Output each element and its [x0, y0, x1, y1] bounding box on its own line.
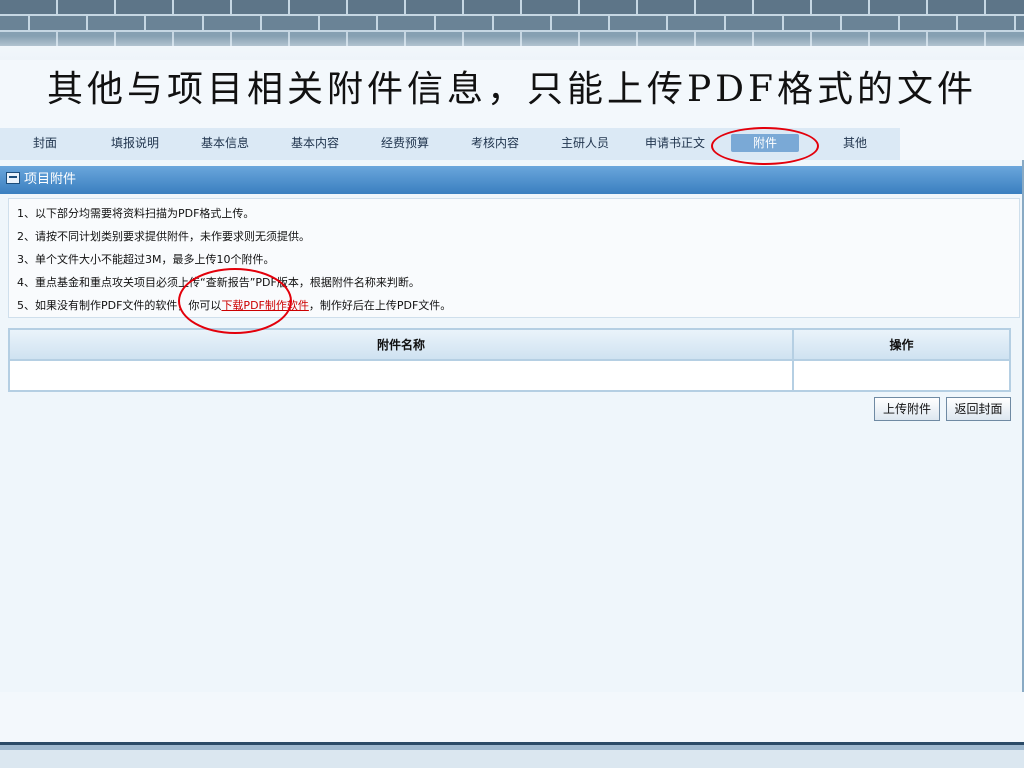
nav-tab-bar: 封面 填报说明 基本信息 基本内容 经费预算 考核内容 主研人员 申请书正文 附…	[0, 128, 900, 161]
table-cell	[792, 359, 1011, 392]
table-header-row: 附件名称 操作	[8, 328, 1011, 361]
bottom-decorative-band	[0, 742, 1024, 768]
note-5-prefix: 5、如果没有制作PDF文件的软件，你可以	[17, 299, 222, 312]
table-cell	[8, 359, 794, 392]
tab-budget[interactable]: 经费预算	[360, 128, 450, 160]
column-header-action: 操作	[792, 328, 1011, 361]
tab-researchers[interactable]: 主研人员	[540, 128, 630, 160]
note-4: 4、重点基金和重点攻关项目必须上传“查新报告”PDF版本，根据附件名称来判断。	[17, 276, 420, 289]
tab-basic-content[interactable]: 基本内容	[270, 128, 360, 160]
instructions-box: 1、以下部分均需要将资料扫描为PDF格式上传。 2、请按不同计划类别要求提供附件…	[8, 198, 1020, 318]
tab-assessment[interactable]: 考核内容	[450, 128, 540, 160]
panel-header: 项目附件	[0, 166, 1022, 194]
attachments-table: 附件名称 操作	[8, 328, 1011, 392]
tab-basic-info[interactable]: 基本信息	[180, 128, 270, 160]
form-icon	[6, 172, 20, 184]
attachments-panel: 项目附件 1、以下部分均需要将资料扫描为PDF格式上传。 2、请按不同计划类别要…	[0, 160, 1024, 692]
table-row-empty	[8, 359, 1011, 392]
download-pdf-software-link[interactable]: 下载PDF制作软件	[221, 299, 308, 312]
tab-application-text[interactable]: 申请书正文	[630, 128, 720, 160]
tab-cover[interactable]: 封面	[0, 128, 90, 160]
nav-empty-area	[900, 128, 1024, 160]
note-5: 5、如果没有制作PDF文件的软件，你可以下载PDF制作软件，制作好后在上传PDF…	[17, 297, 451, 313]
header-fade	[0, 36, 1024, 60]
tab-instructions[interactable]: 填报说明	[90, 128, 180, 160]
column-header-attachment-name: 附件名称	[8, 328, 794, 361]
panel-header-title: 项目附件	[24, 172, 77, 187]
upload-attachment-button[interactable]: 上传附件	[874, 397, 940, 421]
note-5-suffix: ，制作好后在上传PDF文件。	[308, 299, 452, 312]
back-to-cover-button[interactable]: 返回封面	[946, 397, 1011, 421]
slide-title: 其他与项目相关附件信息，只能上传PDF格式的文件	[46, 69, 978, 110]
note-2: 2、请按不同计划类别要求提供附件，未作要求则无须提供。	[17, 230, 310, 243]
note-3: 3、单个文件大小不能超过3M，最多上传10个附件。	[17, 253, 275, 266]
note-1: 1、以下部分均需要将资料扫描为PDF格式上传。	[17, 207, 255, 220]
tab-other[interactable]: 其他	[810, 128, 900, 160]
tab-attachments[interactable]: 附件	[720, 128, 810, 160]
